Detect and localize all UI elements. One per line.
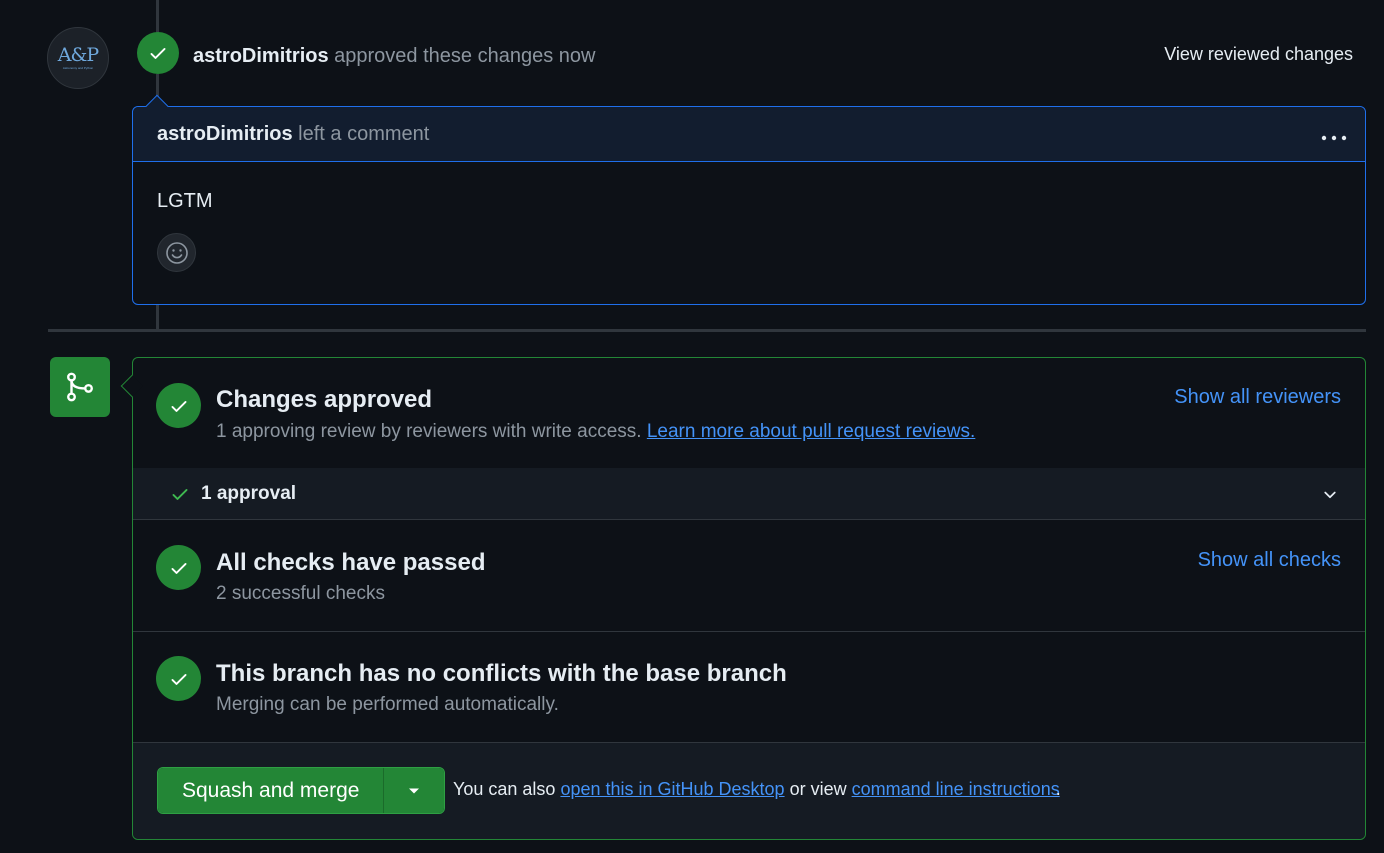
timeline-line-top — [156, 0, 159, 34]
timeline-line-bottom — [156, 305, 159, 329]
review-event-line: astroDimitrios approved these changes no… — [193, 43, 595, 69]
comment-text: LGTM — [157, 190, 213, 212]
approving-review-text: 1 approving review by reviewers with wri… — [216, 421, 642, 442]
show-all-checks-link[interactable]: Show all checks — [1198, 549, 1341, 572]
changes-approved-title: Changes approved — [216, 386, 433, 413]
comment-action-text: left a comment — [298, 123, 430, 145]
avatar-logo-subtext: Astronomy and Python — [62, 66, 94, 70]
view-reviewed-changes-link[interactable]: View reviewed changes — [1164, 44, 1353, 65]
approval-count-label: 1 approval — [201, 483, 297, 504]
smiley-icon — [165, 241, 188, 264]
conflicts-status-icon — [156, 656, 201, 701]
review-author-link[interactable]: astroDimitrios — [193, 45, 329, 67]
timeline-divider — [48, 329, 1366, 332]
changes-approved-section: Changes approved 1 approving review by r… — [133, 358, 1365, 468]
merge-actions-row: Squash and merge You can also open this … — [133, 743, 1365, 839]
footer-text-prefix: You can also — [453, 779, 556, 799]
check-icon — [170, 484, 190, 509]
add-reaction-button[interactable] — [157, 233, 196, 272]
merge-box: Changes approved 1 approving review by r… — [120, 357, 1366, 840]
review-comment: astroDimitrios left a comment LGTM — [132, 94, 1366, 305]
show-all-reviewers-link[interactable]: Show all reviewers — [1174, 386, 1341, 409]
review-action-text: approved these changes now — [334, 45, 596, 67]
conflicts-title: This branch has no conflicts with the ba… — [216, 660, 787, 687]
approval-summary-row[interactable]: 1 approval — [133, 468, 1365, 520]
alternative-merge-text: You can also open this in GitHub Desktop… — [453, 779, 1061, 800]
checks-status-icon — [156, 545, 201, 590]
approved-check-icon — [137, 32, 179, 74]
kebab-horizontal-icon[interactable] — [1321, 124, 1347, 147]
command-line-instructions-link[interactable]: command line instructions — [852, 779, 1060, 799]
merge-button-group: Squash and merge — [157, 767, 446, 814]
conflicts-section: This branch has no conflicts with the ba… — [133, 632, 1365, 743]
checks-subtitle: 2 successful checks — [216, 583, 385, 604]
squash-and-merge-button[interactable]: Squash and merge — [158, 768, 385, 813]
changes-approved-subtitle: 1 approving review by reviewers with wri… — [216, 421, 975, 443]
conflicts-subtitle: Merging can be performed automatically. — [216, 694, 559, 715]
avatar[interactable]: A&P Astronomy and Python — [47, 27, 109, 89]
git-merge-icon — [50, 357, 110, 417]
open-in-github-desktop-link[interactable]: open this in GitHub Desktop — [560, 779, 784, 799]
merge-method-dropdown-button[interactable] — [384, 768, 445, 813]
checks-section: All checks have passed 2 successful chec… — [133, 520, 1365, 632]
comment-body: LGTM — [133, 162, 1365, 272]
avatar-logo-text: A&P — [57, 44, 99, 66]
chevron-down-icon[interactable] — [1321, 486, 1339, 509]
footer-text-middle: or view — [789, 779, 847, 799]
footer-text-suffix: . — [1055, 779, 1061, 799]
approved-status-icon — [156, 383, 201, 428]
checks-title: All checks have passed — [216, 549, 486, 576]
learn-more-reviews-link[interactable]: Learn more about pull request reviews. — [647, 421, 975, 442]
comment-header: astroDimitrios left a comment — [133, 107, 1365, 162]
comment-author-link[interactable]: astroDimitrios — [157, 123, 293, 145]
triangle-down-icon — [409, 788, 420, 793]
